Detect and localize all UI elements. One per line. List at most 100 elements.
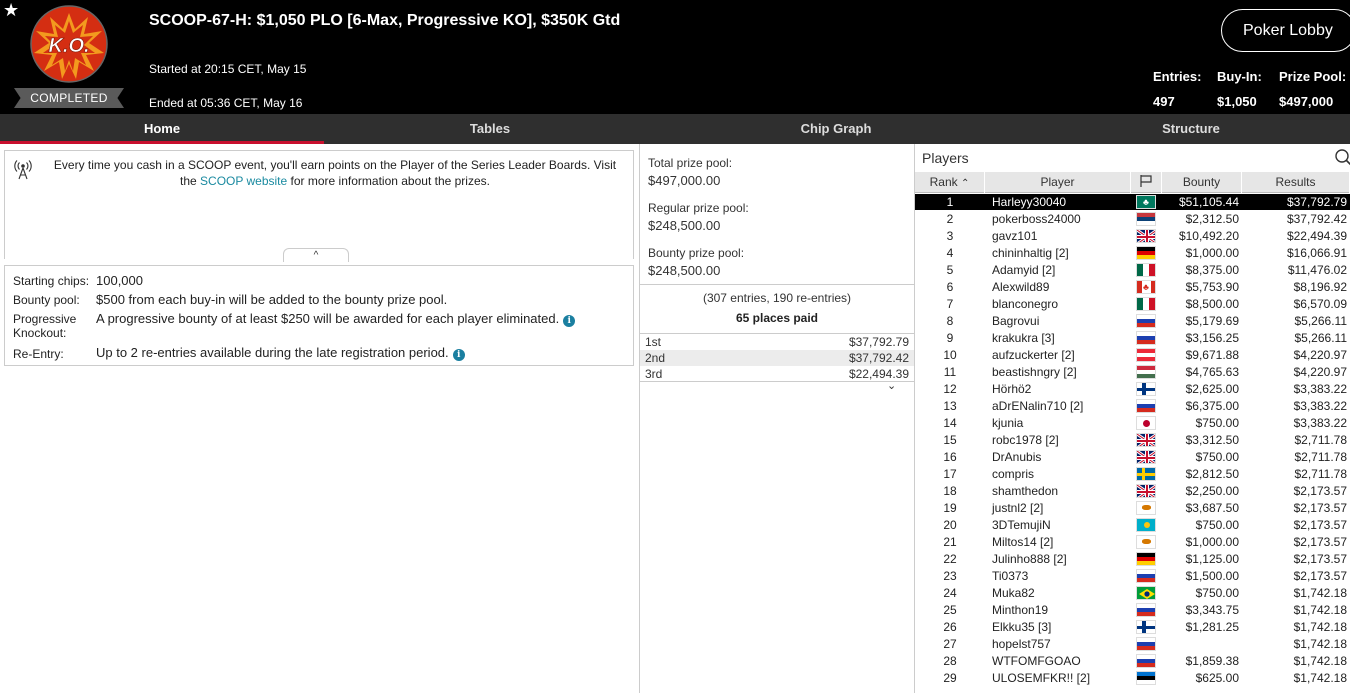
table-row[interactable]: 29 ULOSEMFKR!! [2] $625.00 $1,742.18	[915, 670, 1350, 687]
table-row[interactable]: 17 compris $2,812.50 $2,711.78	[915, 466, 1350, 483]
flag-column-header[interactable]	[1131, 172, 1162, 193]
table-row[interactable]: 7 blanconegro $8,500.00 $6,570.09	[915, 296, 1350, 313]
rank-column-header[interactable]: Rank ⌃	[915, 172, 985, 193]
rank-cell: 25	[943, 603, 957, 617]
player-name-cell: Alexwild89	[992, 280, 1050, 294]
table-row[interactable]: 22 Julinho888 [2] $1,125.00 $2,173.57	[915, 551, 1350, 568]
table-row[interactable]: 28 WTFOMFGOAO $1,859.38 $1,742.18	[915, 653, 1350, 670]
rank-cell: 19	[943, 501, 957, 515]
sort-ascending-icon: ⌃	[960, 178, 970, 189]
logo-area: K.O. COMPLETED	[14, 5, 124, 109]
bounty-cell: $9,671.88	[1185, 348, 1239, 362]
rank-cell: 3	[946, 229, 954, 243]
table-row[interactable]: 15 robc1978 [2] $3,312.50 $2,711.78	[915, 432, 1350, 449]
prize-pool-label: Prize Pool:	[1279, 69, 1347, 84]
bounty-cell: $4,765.63	[1185, 365, 1239, 379]
bounty-cell: $2,312.50	[1185, 212, 1239, 226]
result-cell: $1,742.18	[1293, 671, 1347, 685]
result-cell: $2,711.78	[1294, 433, 1348, 447]
bounty-cell: $1,000.00	[1185, 246, 1239, 260]
table-row[interactable]: 3 gavz101 $10,492.20 $22,494.39	[915, 228, 1350, 245]
payout-row: 3rd $22,494.39	[640, 366, 914, 382]
player-name-cell: 3DTemujiN	[992, 518, 1051, 532]
table-row[interactable]: 1 Harleyy30040 ♣ $51,105.44 $37,792.79	[915, 194, 1350, 211]
table-row[interactable]: 4 chininhaltig [2] $1,000.00 $16,066.91	[915, 245, 1350, 262]
tab-tables[interactable]: Tables	[324, 114, 656, 144]
regular-prize-pool-value: $248,500.00	[648, 218, 721, 233]
bounty-cell: $1,125.00	[1185, 552, 1239, 566]
page-title: SCOOP-67-H: $1,050 PLO [6-Max, Progressi…	[149, 12, 621, 29]
bounty-cell: $3,156.25	[1185, 331, 1239, 345]
bounty-cell: $3,687.50	[1185, 501, 1239, 515]
result-cell: $4,220.97	[1293, 365, 1347, 379]
player-name-cell: kjunia	[992, 416, 1024, 430]
info-icon[interactable]: i	[563, 315, 576, 327]
table-row[interactable]: 14 kjunia $750.00 $3,383.22	[915, 415, 1350, 432]
table-row[interactable]: 18 shamthedon $2,250.00 $2,173.57	[915, 483, 1350, 500]
players-table-body: 1 Harleyy30040 ♣ $51,105.44 $37,792.79 2 poker…	[915, 194, 1350, 687]
result-cell: $2,173.57	[1293, 535, 1347, 549]
table-row[interactable]: 2 pokerboss24000 $2,312.50 $37,792.42	[915, 211, 1350, 228]
player-name-cell: Elkku35 [3]	[992, 620, 1052, 634]
player-name-cell: gavz101	[992, 229, 1038, 243]
result-cell: $37,792.79	[1286, 195, 1347, 209]
chevron-down-icon[interactable]: ⌄	[887, 379, 896, 392]
buyin-value: $1,050	[1217, 94, 1257, 109]
result-cell: $11,476.02	[1287, 263, 1347, 277]
tab-structure[interactable]: Structure	[1016, 114, 1350, 144]
table-row[interactable]: 8 Bagrovui $5,179.69 $5,266.11	[915, 313, 1350, 330]
players-table-header: Rank ⌃ Player Bounty Results	[915, 172, 1350, 193]
serbia-flag-icon	[1136, 212, 1156, 226]
result-cell: $2,173.57	[1293, 501, 1347, 515]
table-row[interactable]: 6 Alexwild89 ♣ $5,753.90 $8,196.92	[915, 279, 1350, 296]
uk-flag-icon	[1136, 484, 1156, 498]
ko-logo: K.O.	[30, 5, 108, 83]
bounty-cell: $5,753.90	[1185, 280, 1239, 294]
table-row[interactable]: 19 justnl2 [2] $3,687.50 $2,173.57	[915, 500, 1350, 517]
payout-row: 1st $37,792.79	[640, 334, 914, 350]
progressive-knockout-value: A progressive bounty of at least $250 wi…	[96, 311, 576, 327]
table-row[interactable]: 9 krakukra [3] $3,156.25 $5,266.11	[915, 330, 1350, 347]
poker-lobby-button[interactable]: Poker Lobby	[1221, 9, 1350, 52]
table-row[interactable]: 10 aufzuckerter [2] $9,671.88 $4,220.97	[915, 347, 1350, 364]
flag-column-icon	[1140, 175, 1152, 187]
bounty-column-header[interactable]: Bounty	[1162, 172, 1242, 193]
player-column-header[interactable]: Player	[985, 172, 1131, 193]
result-cell: $2,173.57	[1293, 569, 1347, 583]
player-name-cell: blanconegro	[992, 297, 1059, 311]
results-column-header[interactable]: Results	[1242, 172, 1350, 193]
table-row[interactable]: 13 aDrENalin710 [2] $6,375.00 $3,383.22	[915, 398, 1350, 415]
player-name-cell: Muka82	[992, 586, 1035, 600]
table-row[interactable]: 24 Muka82 $750.00 $1,742.18	[915, 585, 1350, 602]
table-row[interactable]: 11 beastishngry [2] $4,765.63 $4,220.97	[915, 364, 1350, 381]
starting-chips-value: 100,000	[96, 273, 143, 288]
table-row[interactable]: 25 Minthon19 $3,343.75 $1,742.18	[915, 602, 1350, 619]
entries-summary: (307 entries, 190 re-entries) 65 places …	[640, 284, 914, 332]
tournament-details: Starting chips: 100,000 Bounty pool: $50…	[4, 265, 634, 366]
table-row[interactable]: 26 Elkku35 [3] $1,281.25 $1,742.18	[915, 619, 1350, 636]
table-row[interactable]: 12 Hörhö2 $2,625.00 $3,383.22	[915, 381, 1350, 398]
tab-home[interactable]: Home	[0, 114, 324, 144]
germany-flag-icon	[1136, 246, 1156, 260]
kazakhstan-flag-icon	[1136, 518, 1156, 532]
table-row[interactable]: 16 DrAnubis $750.00 $2,711.78	[915, 449, 1350, 466]
rank-cell: 9	[946, 331, 954, 345]
germany-flag-icon	[1136, 552, 1156, 566]
info-icon[interactable]: i	[452, 349, 465, 361]
table-row[interactable]: 20 3DTemujiN $750.00 $2,173.57	[915, 517, 1350, 534]
player-name-cell: Minthon19	[992, 603, 1049, 617]
search-icon[interactable]	[1333, 147, 1350, 167]
tab-chip-graph[interactable]: Chip Graph	[656, 114, 1016, 144]
scoop-website-link[interactable]: SCOOP website	[200, 174, 287, 188]
table-row[interactable]: 27 hopelst757 $1,742.18	[915, 636, 1350, 653]
payout-place: 3rd	[645, 367, 663, 381]
collapse-info-button[interactable]: ^	[283, 248, 349, 262]
table-row[interactable]: 5 Adamyid [2] $8,375.00 $11,476.02	[915, 262, 1350, 279]
table-row[interactable]: 21 Miltos14 [2] $1,000.00 $2,173.57	[915, 534, 1350, 551]
bounty-cell: $3,343.75	[1185, 603, 1239, 617]
payout-list: 1st $37,792.79 2nd $37,792.42 3rd $22,494.39	[640, 333, 914, 382]
table-row[interactable]: 23 Ti0373 $1,500.00 $2,173.57	[915, 568, 1350, 585]
pko-label-line2: Knockout:	[13, 326, 67, 340]
rank-cell: 20	[943, 518, 957, 532]
bounty-cell: $750.00	[1195, 518, 1239, 532]
